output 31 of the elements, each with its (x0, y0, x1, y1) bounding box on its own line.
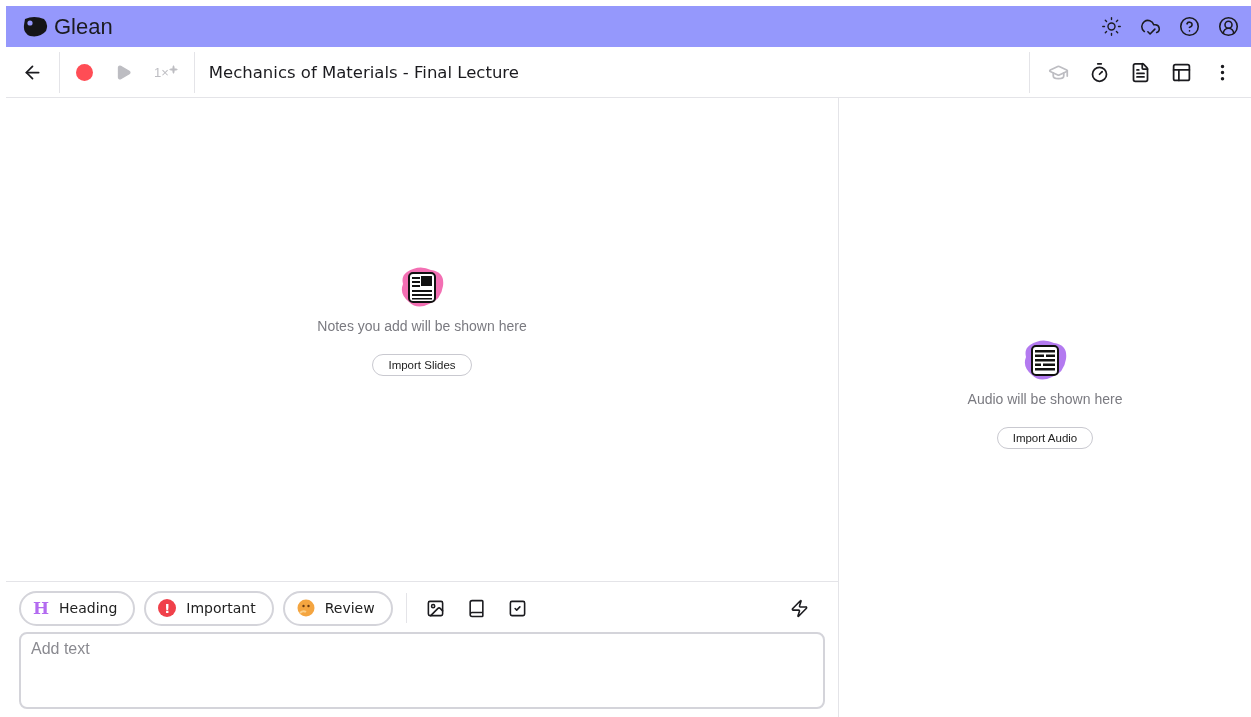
tag-button[interactable]: Review (282, 590, 393, 626)
layout-icon[interactable] (1171, 61, 1192, 83)
audio-empty-message: Audio will be shown here (967, 391, 1123, 407)
heading-glyph: H (33, 598, 50, 618)
tag-label: Review (324, 600, 375, 616)
checkbox-icon[interactable] (507, 598, 527, 618)
thinking-face-icon (296, 599, 315, 617)
transcript-icon (1022, 339, 1068, 383)
document-icon[interactable] (1130, 61, 1151, 83)
sun-icon[interactable] (1101, 16, 1122, 37)
help-icon[interactable] (1179, 16, 1200, 37)
tag-button[interactable]: H Heading (19, 590, 136, 626)
tag-label: Heading (59, 600, 118, 616)
app-name: Glean (54, 13, 113, 40)
record-button[interactable] (76, 63, 93, 81)
book-icon[interactable] (466, 598, 486, 618)
import-slides-button[interactable]: Import Slides (372, 354, 472, 376)
slides-icon (399, 266, 445, 310)
logo-icon (22, 15, 48, 38)
image-icon[interactable] (425, 598, 445, 618)
exclamation-icon: ! (158, 599, 177, 617)
sparkle-icon (168, 64, 178, 74)
user-icon[interactable] (1218, 16, 1239, 37)
lecture-title: Mechanics of Materials - Final Lecture (208, 62, 520, 82)
note-input[interactable]: Add text (19, 632, 825, 709)
tag-button[interactable]: ! Important (144, 590, 274, 626)
lightning-icon[interactable] (790, 598, 809, 618)
notes-empty-message: Notes you add will be shown here (317, 318, 527, 334)
timer-icon[interactable] (1089, 61, 1110, 83)
import-audio-button[interactable]: Import Audio (996, 427, 1094, 449)
tag-label: Important (186, 600, 256, 616)
